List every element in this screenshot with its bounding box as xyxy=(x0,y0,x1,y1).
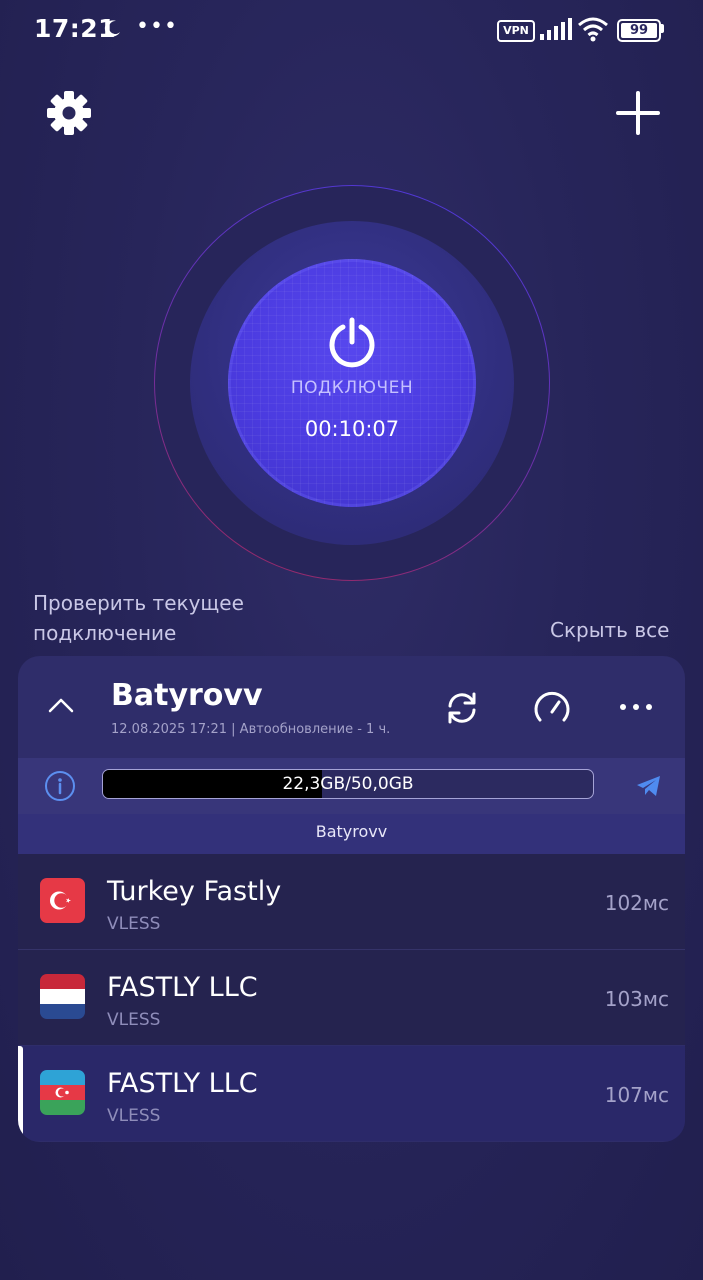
subscription-name: Batyrovv xyxy=(111,678,263,713)
refresh-icon[interactable] xyxy=(442,688,482,728)
server-protocol: VLESS xyxy=(107,1106,161,1126)
battery-level: 99 xyxy=(629,23,649,38)
server-name: FASTLY LLC xyxy=(107,972,258,1003)
usage-row: 22,3GB/50,0GB xyxy=(18,758,685,814)
server-ping: 107мс xyxy=(604,1083,669,1107)
selected-indicator xyxy=(18,1046,23,1141)
signal-icon xyxy=(540,18,572,40)
connection-timer: 00:10:07 xyxy=(304,417,400,441)
more-notifications-icon: ••• xyxy=(136,14,178,39)
moon-icon xyxy=(104,20,120,37)
server-protocol: VLESS xyxy=(107,1010,161,1030)
azerbaijan-flag-icon xyxy=(40,1070,85,1115)
server-protocol: VLESS xyxy=(107,914,161,934)
info-icon[interactable] xyxy=(44,770,76,802)
server-item[interactable]: FASTLY LLC VLESS 103мс xyxy=(18,950,685,1045)
add-plus-icon[interactable] xyxy=(613,88,663,138)
battery-icon: 99 xyxy=(617,19,661,42)
chevron-up-icon[interactable] xyxy=(48,696,74,714)
traffic-usage-bar: 22,3GB/50,0GB xyxy=(102,769,594,799)
telegram-icon[interactable] xyxy=(634,772,664,800)
power-icon xyxy=(329,317,375,368)
server-name: Turkey Fastly xyxy=(107,876,282,907)
usage-text: 22,3GB/50,0GB xyxy=(282,774,414,794)
check-connection-link[interactable]: Проверить текущее подключение xyxy=(33,588,313,648)
server-ping: 102мс xyxy=(604,891,669,915)
vpn-status-badge: VPN xyxy=(497,20,535,42)
connection-status: ПОДКЛЮЧЕН xyxy=(290,378,414,398)
wifi-icon xyxy=(578,17,608,42)
more-options-icon[interactable] xyxy=(618,692,654,722)
settings-gear-icon[interactable] xyxy=(44,88,94,138)
subscription-meta: 12.08.2025 17:21 | Автообновление - 1 ч. xyxy=(111,722,391,737)
server-item[interactable]: Turkey Fastly VLESS 102мс xyxy=(18,854,685,949)
speedometer-icon[interactable] xyxy=(530,688,574,728)
group-label: Batyrovv xyxy=(18,814,685,854)
server-name: FASTLY LLC xyxy=(107,1068,258,1099)
turkey-flag-icon xyxy=(40,878,85,923)
subscription-card: Batyrovv 12.08.2025 17:21 | Автообновлен… xyxy=(18,656,685,1142)
netherlands-flag-icon xyxy=(40,974,85,1019)
server-item-selected[interactable]: FASTLY LLC VLESS 107мс xyxy=(18,1046,685,1141)
battery-cap xyxy=(660,24,664,33)
hide-all-link[interactable]: Скрыть все xyxy=(550,618,669,642)
server-ping: 103мс xyxy=(604,987,669,1011)
